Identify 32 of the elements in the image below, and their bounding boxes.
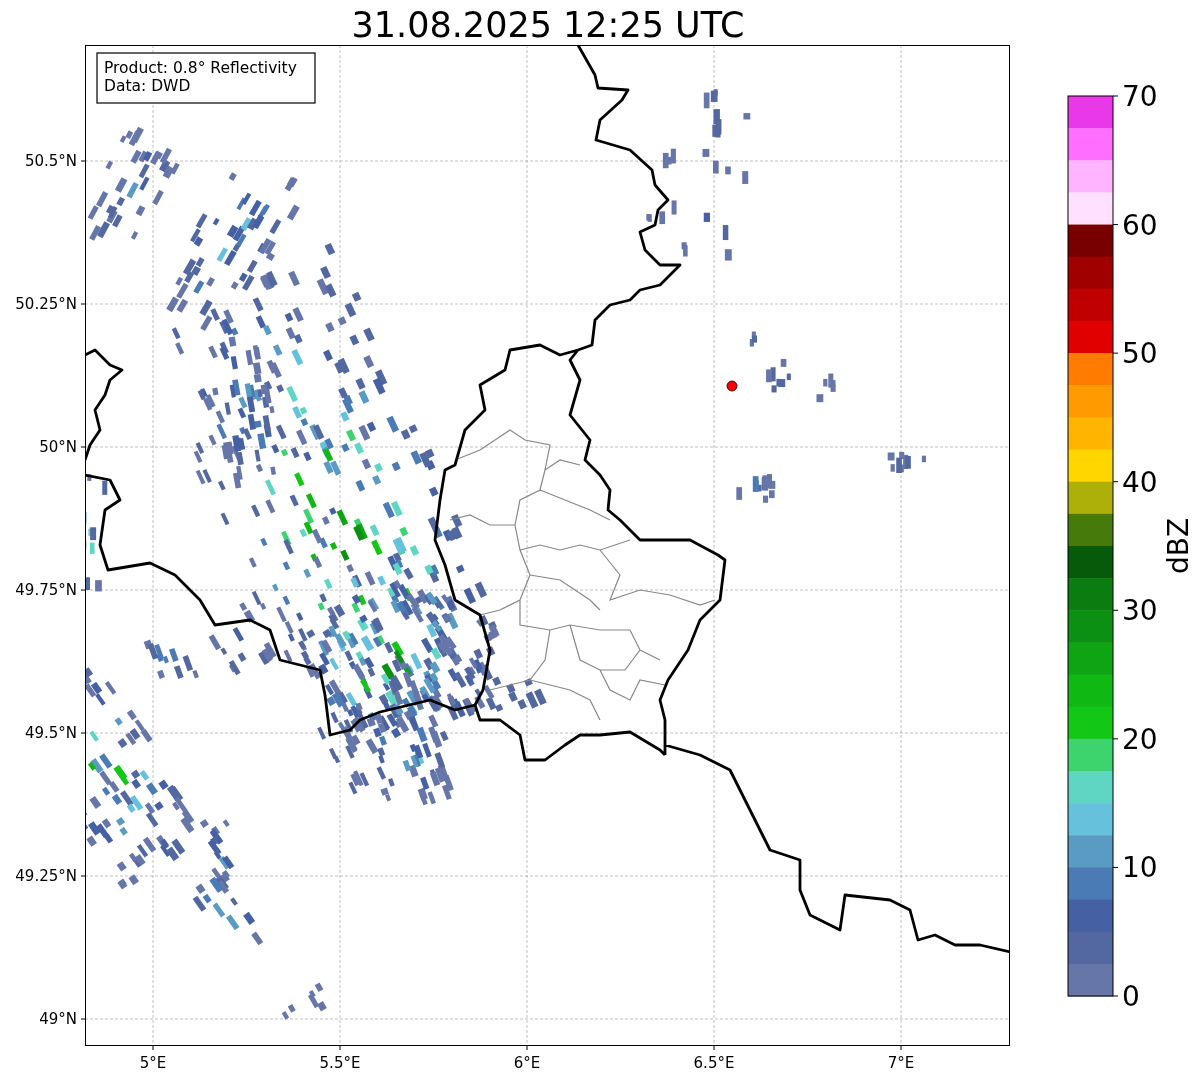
plot-title: 31.08.2025 12:25 UTC	[351, 5, 745, 45]
colorbar-tick-label: 70	[1122, 80, 1158, 113]
colorbar-label: dBZ	[1162, 517, 1195, 575]
tick-mark	[1112, 609, 1119, 611]
tick-mark	[1112, 481, 1119, 483]
latitude-label: 50.5°N	[24, 152, 77, 170]
colorbar-tick-label: 30	[1122, 594, 1158, 628]
longitude-label: 6°E	[513, 1054, 541, 1072]
tick-mark	[1112, 224, 1119, 226]
colorbar-tick-label: 20	[1122, 722, 1158, 756]
tick-mark	[1112, 866, 1119, 868]
latitude-label: 49.25°N	[15, 867, 77, 885]
colorbar-tick-label: 0	[1122, 980, 1140, 1013]
longitude-label: 7°E	[887, 1054, 915, 1072]
colorbar-tick-label: 50	[1122, 337, 1158, 371]
colorbar-tick-label: 10	[1122, 851, 1158, 885]
latitude-label: 50.25°N	[15, 295, 77, 313]
longitude-label: 5°E	[139, 1054, 167, 1072]
tick-mark	[1112, 738, 1119, 740]
colorbar-tick-label: 60	[1122, 208, 1158, 242]
tick-mark	[1112, 352, 1119, 354]
latitude-label: 49.5°N	[24, 724, 77, 742]
info-text: Data: DWD	[104, 77, 191, 95]
tick-mark	[1112, 995, 1119, 997]
colorbar-tick-label: 40	[1122, 465, 1158, 499]
latitude-label: 49.75°N	[15, 581, 77, 599]
info-text: Product: 0.8° Reflectivity	[104, 59, 297, 77]
longitude-label: 6.5°E	[693, 1054, 735, 1072]
longitude-label: 5.5°E	[319, 1054, 361, 1072]
latitude-label: 49°N	[39, 1010, 77, 1028]
tick-mark	[1112, 95, 1119, 97]
latitude-label: 50°N	[39, 438, 77, 456]
